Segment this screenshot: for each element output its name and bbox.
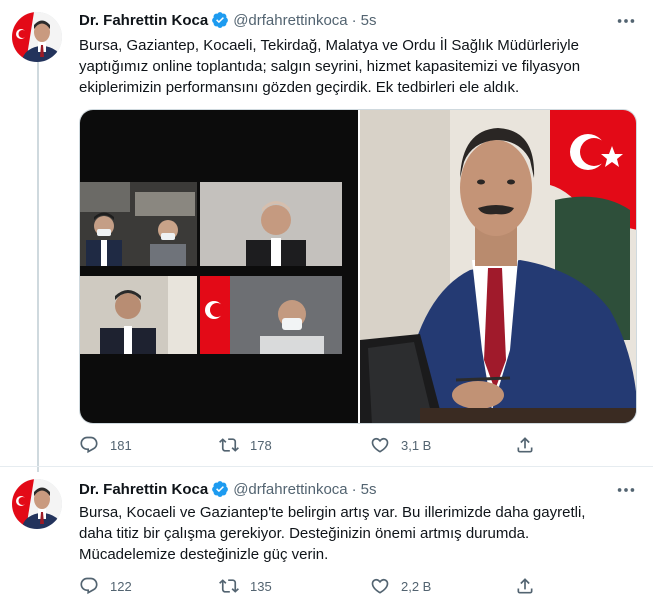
avatar[interactable]: [12, 479, 62, 529]
share-icon: [517, 578, 533, 594]
share-button[interactable]: [515, 433, 535, 457]
conference-tile: [200, 182, 342, 266]
reply-icon: [80, 436, 98, 454]
retweet-icon: [219, 438, 239, 452]
tweet[interactable]: Dr. Fahrettin Koca @drfahrettinkoca · 5s…: [0, 466, 653, 601]
reply-button[interactable]: 181: [79, 433, 132, 457]
retweet-icon: [219, 579, 239, 593]
like-count: 2,2 B: [401, 578, 432, 594]
author-handle[interactable]: @drfahrettinkoca: [233, 12, 347, 29]
like-button[interactable]: 3,1 B: [370, 433, 431, 457]
tweet-text-line: yaptığımız online toplantıda; salgın sey…: [79, 58, 581, 75]
conference-tile: [80, 276, 197, 354]
reply-count: 122: [110, 578, 132, 594]
like-count: 3,1 B: [401, 437, 432, 453]
author-name[interactable]: Dr. Fahrettin Koca: [79, 12, 208, 29]
separator-dot: ·: [351, 480, 357, 498]
retweet-button[interactable]: 135: [219, 574, 272, 598]
tweet-text: Bursa, Kocaeli ve Gaziantep'te belirgin …: [79, 502, 639, 565]
verified-badge-icon: [212, 12, 229, 28]
share-icon: [517, 437, 533, 453]
like-icon: [371, 437, 389, 453]
tweet-text-line: ekiplerimizin performansını gözden geçir…: [79, 79, 520, 96]
reply-button[interactable]: 122: [79, 574, 132, 598]
verified-badge-icon: [212, 481, 229, 497]
portrait-photo[interactable]: [360, 110, 636, 423]
author-handle[interactable]: @drfahrettinkoca: [233, 481, 347, 498]
share-button[interactable]: [515, 574, 535, 598]
tweet-text-line: daha titiz bir çalışma gerekiyor. Desteğ…: [79, 525, 530, 542]
tweet-text: Bursa, Gaziantep, Kocaeli, Tekirdağ, Mal…: [79, 35, 639, 98]
avatar-image: [12, 12, 62, 62]
more-options-icon[interactable]: [615, 479, 637, 501]
separator-dot: ·: [351, 11, 357, 29]
retweet-button[interactable]: 178: [219, 433, 272, 457]
avatar[interactable]: [12, 12, 62, 62]
tweet[interactable]: Dr. Fahrettin Koca @drfahrettinkoca · 5s…: [0, 0, 653, 472]
conference-tile: [80, 182, 197, 266]
video-conference-photo[interactable]: [80, 110, 358, 423]
tweet-text-line: Bursa, Gaziantep, Kocaeli, Tekirdağ, Mal…: [79, 37, 579, 54]
reply-icon: [80, 577, 98, 595]
reply-count: 181: [110, 437, 132, 453]
tweet-text-line: Mücadelemize desteğinizle güç verin.: [79, 546, 329, 563]
tweet-timestamp[interactable]: 5s: [361, 12, 377, 29]
tweet-actions: 122 135 2,2 B: [79, 574, 559, 598]
avatar-image: [12, 479, 62, 529]
more-options-icon[interactable]: [615, 10, 637, 32]
conference-tile: [200, 276, 342, 354]
like-icon: [371, 578, 389, 594]
retweet-count: 135: [250, 578, 272, 594]
author-name[interactable]: Dr. Fahrettin Koca: [79, 481, 208, 498]
tweet-media[interactable]: [79, 109, 637, 424]
tweet-text-line: Bursa, Kocaeli ve Gaziantep'te belirgin …: [79, 504, 586, 521]
thread-connector-line: [37, 62, 39, 472]
portrait-image: [360, 110, 636, 423]
tweet-header: Dr. Fahrettin Koca @drfahrettinkoca · 5s: [79, 479, 377, 499]
retweet-count: 178: [250, 437, 272, 453]
tweet-timestamp[interactable]: 5s: [361, 481, 377, 498]
tweet-header: Dr. Fahrettin Koca @drfahrettinkoca · 5s: [79, 10, 377, 30]
like-button[interactable]: 2,2 B: [370, 574, 431, 598]
tweet-actions: 181 178 3,1 B: [79, 433, 559, 457]
